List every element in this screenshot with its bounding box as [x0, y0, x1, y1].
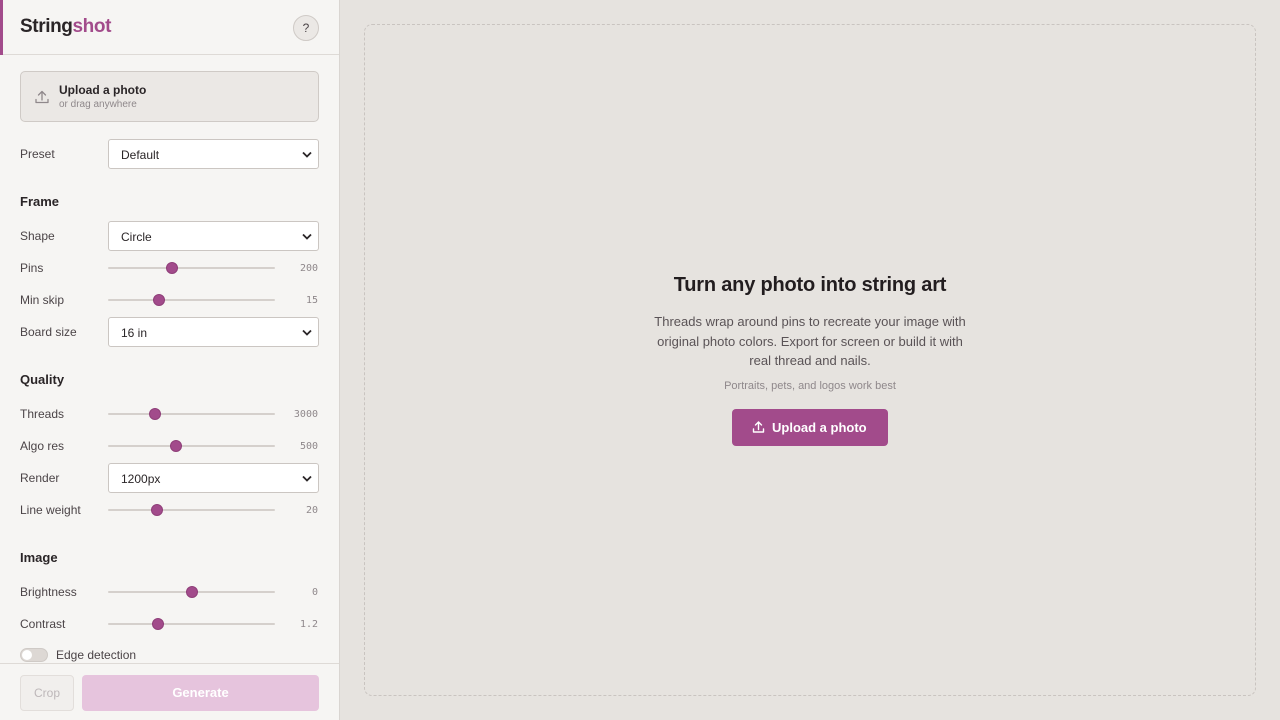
crop-button[interactable]: Crop	[20, 675, 74, 711]
algo-res-label: Algo res	[20, 439, 65, 453]
slider-thumb[interactable]	[186, 586, 198, 598]
chevron-down-icon	[302, 475, 312, 482]
slider-track	[108, 509, 275, 511]
min-skip-slider[interactable]	[108, 294, 275, 306]
shape-value: Circle	[121, 230, 152, 244]
brand-logo: Stringshot	[20, 16, 111, 38]
upload-card-title: Upload a photo	[59, 83, 147, 97]
brand-text-primary: String	[20, 16, 73, 37]
chevron-down-icon	[302, 151, 312, 158]
render-label: Render	[20, 471, 60, 485]
slider-thumb[interactable]	[149, 408, 161, 420]
slider-thumb[interactable]	[170, 440, 182, 452]
upload-card-subtitle: or drag anywhere	[59, 99, 137, 110]
upload-icon	[752, 421, 765, 433]
edge-detection-label: Edge detection	[56, 648, 137, 662]
quality-section-title: Quality	[20, 372, 65, 387]
hero-title: Turn any photo into string art	[673, 274, 947, 296]
preset-label: Preset	[20, 147, 55, 161]
hero-upload-button[interactable]: Upload a photo	[732, 409, 888, 446]
line-weight-label: Line weight	[20, 503, 81, 517]
hero-description: Threads wrap around pins to recreate you…	[654, 314, 966, 368]
sidebar-footer: Crop Generate	[0, 663, 339, 720]
brightness-value: 0	[311, 587, 318, 598]
algo-res-slider[interactable]	[108, 440, 275, 452]
threads-value: 3000	[293, 409, 318, 420]
slider-thumb[interactable]	[152, 618, 164, 630]
frame-section-title: Frame	[20, 194, 60, 209]
board-size-label: Board size	[20, 325, 77, 339]
slider-track	[108, 623, 275, 625]
min-skip-value: 15	[305, 295, 318, 306]
chevron-down-icon	[302, 233, 312, 240]
board-size-value: 16 in	[121, 326, 148, 340]
threads-slider[interactable]	[108, 408, 275, 420]
upload-icon	[35, 90, 49, 104]
slider-track	[108, 413, 275, 415]
line-weight-slider[interactable]	[108, 504, 275, 516]
generate-button[interactable]: Generate	[82, 675, 319, 711]
preset-value: Default	[121, 148, 160, 162]
brightness-slider[interactable]	[108, 586, 275, 598]
edge-detection-toggle[interactable]	[20, 648, 48, 662]
contrast-slider[interactable]	[108, 618, 275, 630]
slider-thumb[interactable]	[151, 504, 163, 516]
image-section-title: Image	[20, 550, 58, 565]
contrast-value: 1.2	[299, 619, 318, 630]
preset-select[interactable]: Default	[108, 139, 319, 169]
slider-track	[108, 267, 275, 269]
board-size-select[interactable]: 16 in	[108, 317, 319, 347]
contrast-label: Contrast	[20, 617, 66, 631]
chevron-down-icon	[302, 329, 312, 336]
shape-select[interactable]: Circle	[108, 221, 319, 251]
pins-slider[interactable]	[108, 262, 275, 274]
slider-thumb[interactable]	[153, 294, 165, 306]
header-accent-bar	[0, 0, 3, 55]
render-select[interactable]: 1200px	[108, 463, 319, 493]
min-skip-label: Min skip	[20, 293, 65, 307]
brand-text-accent: shot	[72, 16, 112, 37]
sidebar-header: Stringshot ?	[0, 0, 339, 55]
slider-track	[108, 299, 275, 301]
pins-label: Pins	[20, 261, 44, 275]
shape-label: Shape	[20, 229, 55, 243]
pins-value: 200	[299, 263, 318, 274]
threads-label: Threads	[20, 407, 65, 421]
line-weight-value: 20	[305, 505, 318, 516]
hero-upload-button-label: Upload a photo	[772, 420, 867, 435]
slider-thumb[interactable]	[166, 262, 178, 274]
help-button[interactable]: ?	[293, 15, 319, 41]
settings-sidebar: Stringshot ? Upload a photo or drag anyw…	[0, 0, 340, 720]
slider-track	[108, 445, 275, 447]
render-value: 1200px	[121, 472, 161, 486]
brightness-label: Brightness	[20, 585, 77, 599]
algo-res-value: 500	[299, 441, 318, 452]
toggle-knob	[22, 650, 32, 660]
upload-photo-card[interactable]: Upload a photo or drag anywhere	[20, 71, 319, 122]
hero-hint: Portraits, pets, and logos work best	[724, 380, 896, 392]
